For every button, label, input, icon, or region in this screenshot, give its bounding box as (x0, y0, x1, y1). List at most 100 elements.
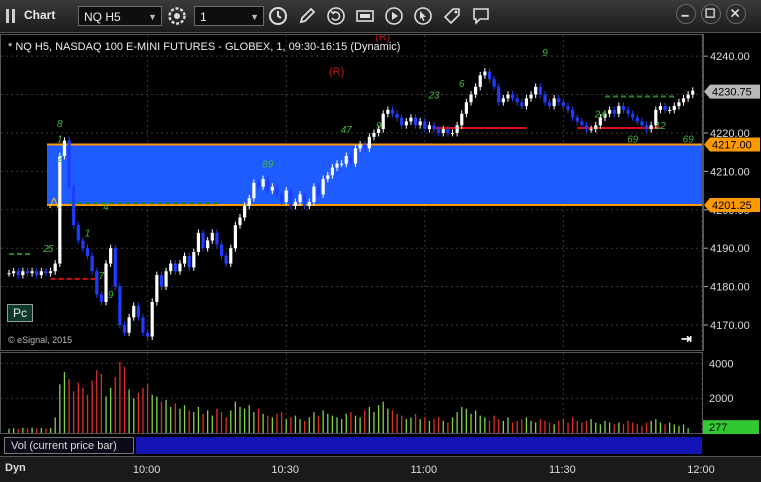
candle-body (270, 186, 274, 191)
candle-body (279, 194, 284, 203)
candle-body (358, 144, 362, 149)
count-label: 2 (56, 154, 63, 165)
candle-body (529, 94, 533, 99)
count-label: 7 (99, 271, 105, 282)
volume-axis[interactable]: 4000 2000 277 (703, 352, 761, 435)
tag-button[interactable] (441, 5, 463, 27)
candle-body (307, 202, 311, 206)
symbol-input[interactable]: NQ H5 ▼ (78, 6, 162, 26)
candle-body (233, 225, 237, 249)
candle-body (215, 232, 219, 245)
candle-body (460, 113, 464, 126)
refresh-button[interactable] (325, 5, 347, 27)
data-window-button[interactable] (354, 5, 376, 27)
candle-body (53, 263, 57, 272)
candle-body (247, 198, 251, 206)
candle-body (113, 248, 117, 287)
candle-body (483, 71, 487, 76)
candle-body (363, 144, 367, 149)
pencil-icon (299, 7, 316, 24)
candle-body (663, 106, 667, 110)
candle-body (21, 271, 25, 276)
count-label: 1 (57, 135, 63, 146)
count-label: 9 (108, 290, 114, 301)
volume-axis-svg: 4000 2000 277 (703, 358, 759, 435)
candle-body (275, 186, 279, 195)
data-window-icon (356, 10, 374, 22)
candle-body (640, 121, 644, 126)
candle-body (118, 286, 122, 326)
candle-body (400, 117, 404, 126)
candle-body (330, 167, 334, 176)
candle-body (427, 125, 432, 130)
symbol-value: NQ H5 (84, 10, 121, 24)
candle-body (589, 129, 593, 131)
candle-body (238, 217, 242, 226)
candle-body (668, 109, 672, 111)
interval-value: 1 (200, 10, 207, 24)
candle-body (67, 140, 71, 187)
candle-body (12, 271, 16, 274)
interval-link-button[interactable] (267, 5, 289, 27)
candle-body (543, 94, 547, 103)
candle-body (321, 179, 325, 195)
symbol-link-button[interactable] (166, 5, 188, 27)
grip-icon[interactable] (4, 6, 18, 26)
time-tick-label: 12:00 (687, 464, 715, 476)
volume-tick-label: 2000 (709, 393, 733, 405)
volume-chart (1, 353, 702, 433)
chevron-down-icon[interactable]: ▼ (250, 7, 259, 27)
candle-body (219, 244, 224, 256)
count-label: 69 (683, 135, 695, 146)
candle-body (109, 248, 113, 264)
candle-body (672, 106, 676, 110)
time-axis[interactable]: Dyn 10:00 10:30 11:00 11:30 12:00 (0, 456, 761, 482)
price-tick-label: 4210.00 (710, 166, 750, 178)
count-label: 12 (655, 121, 667, 132)
candle-body (289, 190, 293, 206)
candle-body (409, 117, 413, 122)
replay-button[interactable] (383, 5, 405, 27)
candle-body (127, 317, 131, 333)
maximize-button[interactable] (701, 4, 721, 24)
pc-badge[interactable]: Pc (7, 304, 33, 322)
cursor-mode-button[interactable] (412, 5, 434, 27)
candle-body (501, 98, 505, 103)
candle-body (691, 90, 695, 95)
candle-body (298, 194, 302, 203)
candle-body (418, 121, 422, 126)
study-label[interactable]: Vol (current price bar) (4, 437, 134, 454)
candle-body (571, 109, 575, 118)
chart-toolbar: Chart NQ H5 ▼ 1 ▼ (0, 0, 761, 33)
price-tick-label: 4240.00 (710, 51, 750, 63)
minimize-button[interactable] (676, 4, 696, 24)
candle-body (534, 86, 538, 95)
count-label: 24 (594, 110, 607, 121)
count-label: 9 (376, 121, 382, 132)
candle-body (552, 98, 556, 107)
notes-button[interactable] (470, 5, 492, 27)
price-pane[interactable]: 1 8 2 2 5 1 7 9 4 89 47 9 23 6 9 24 69 12 69 (R) (R) A * NQ H… (0, 34, 703, 351)
volume-pane[interactable] (0, 352, 703, 434)
candle-body (335, 163, 339, 168)
window-title: Chart (24, 8, 56, 22)
time-tick-label: 11:00 (410, 464, 437, 476)
draw-tool-button[interactable] (296, 5, 318, 27)
candle-body (141, 317, 145, 333)
candle-body (44, 271, 48, 274)
price-axis[interactable]: 4240.004220.004210.004200.004190.004180.… (703, 34, 761, 351)
interval-input[interactable]: 1 ▼ (194, 6, 264, 26)
study-strip[interactable] (136, 437, 702, 454)
time-axis-svg: 10:00 10:30 11:00 11:30 12:00 (133, 464, 715, 476)
candle-body (62, 140, 67, 157)
candle-body (464, 102, 468, 114)
candle-body (492, 79, 496, 87)
candle-body (72, 186, 76, 226)
candle-body (478, 75, 482, 87)
candle-body (16, 271, 20, 276)
candle-body (432, 125, 436, 130)
scroll-to-end-icon[interactable]: ⇥ (681, 331, 692, 347)
close-button[interactable] (726, 4, 746, 24)
candle-body (644, 125, 649, 130)
chevron-down-icon[interactable]: ▼ (148, 7, 157, 27)
